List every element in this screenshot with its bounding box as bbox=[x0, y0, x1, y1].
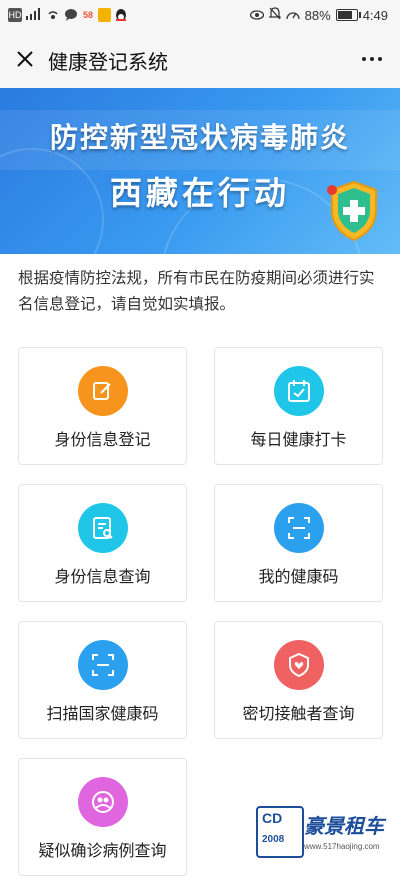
page-title: 健康登记系统 bbox=[48, 52, 168, 74]
speed-icon bbox=[286, 8, 300, 23]
title-bar: 健康登记系统 bbox=[0, 32, 400, 89]
menu-card-label: 每日健康打卡 bbox=[250, 432, 347, 449]
menu-card[interactable]: 疑似确诊病例查询 bbox=[18, 758, 187, 876]
menu-card-label: 我的健康码 bbox=[258, 569, 339, 586]
hd-icon: HD bbox=[8, 8, 22, 22]
watermark-brand: CD bbox=[262, 810, 283, 826]
eye-icon bbox=[249, 8, 264, 23]
watermark-title: 豪景租车 bbox=[304, 816, 384, 838]
battery-fill bbox=[337, 11, 352, 19]
more-dot-icon bbox=[378, 57, 382, 61]
menu-card[interactable]: 我的健康码 bbox=[214, 484, 383, 602]
chat-icon bbox=[64, 8, 78, 22]
watermark-logo: CD 2008 bbox=[256, 806, 304, 858]
clock: 4:49 bbox=[362, 7, 388, 23]
watermark-url: www.517haojing.com bbox=[304, 842, 380, 851]
menu-card[interactable]: 扫描国家健康码 bbox=[18, 621, 187, 739]
more-dot-icon bbox=[362, 57, 366, 61]
signal-4g-icon bbox=[26, 8, 42, 22]
menu-card-label: 身份信息登记 bbox=[54, 432, 151, 449]
status-left-icons: HD 58 bbox=[8, 8, 127, 22]
mute-icon bbox=[268, 7, 282, 23]
menu-card-label: 身份信息查询 bbox=[54, 569, 151, 586]
app-58-icon: 58 bbox=[82, 10, 93, 20]
status-bar: HD 58 88% 4:49 bbox=[0, 0, 400, 32]
scan-icon bbox=[77, 640, 128, 690]
more-dot-icon bbox=[370, 57, 374, 61]
menu-card[interactable]: 身份信息登记 bbox=[18, 347, 187, 465]
banner-title: 防控新型冠状病毒肺炎 bbox=[49, 122, 350, 153]
more-options-button[interactable] bbox=[362, 52, 386, 66]
calendar-check-icon bbox=[273, 366, 324, 416]
notice-text: 根据疫情防控法规，所有市民在防疫期间必须进行实名信息登记，请自觉如实填报。 bbox=[18, 270, 375, 313]
app-yellow-icon bbox=[98, 8, 111, 22]
shield-heart-icon bbox=[273, 640, 324, 690]
menu-card[interactable]: 身份信息查询 bbox=[18, 484, 187, 602]
battery-percent: 88% bbox=[304, 7, 331, 23]
banner: 防控新型冠状病毒肺炎 西藏在行动 bbox=[0, 88, 400, 254]
menu-card[interactable]: 密切接触者查询 bbox=[214, 621, 383, 739]
watermark-year: 2008 bbox=[262, 834, 285, 845]
status-right: 88% 4:49 bbox=[249, 7, 388, 23]
user-circle-icon bbox=[77, 777, 128, 827]
edit-icon bbox=[77, 366, 128, 416]
menu-card-label: 密切接触者查询 bbox=[242, 706, 355, 723]
close-icon bbox=[17, 51, 33, 67]
document-search-icon bbox=[77, 503, 128, 553]
battery-icon bbox=[335, 9, 361, 21]
menu-card-label: 扫描国家健康码 bbox=[46, 706, 159, 723]
watermark: CD 2008 豪景租车 www.517haojing.com bbox=[256, 806, 396, 862]
menu-card[interactable]: 每日健康打卡 bbox=[214, 347, 383, 465]
scan-icon bbox=[273, 503, 324, 553]
qq-icon bbox=[115, 8, 127, 22]
close-button[interactable] bbox=[10, 44, 40, 74]
menu-card-label: 疑似确诊病例查询 bbox=[38, 843, 167, 860]
hotspot-icon bbox=[46, 8, 60, 22]
red-dot-icon bbox=[327, 185, 337, 195]
